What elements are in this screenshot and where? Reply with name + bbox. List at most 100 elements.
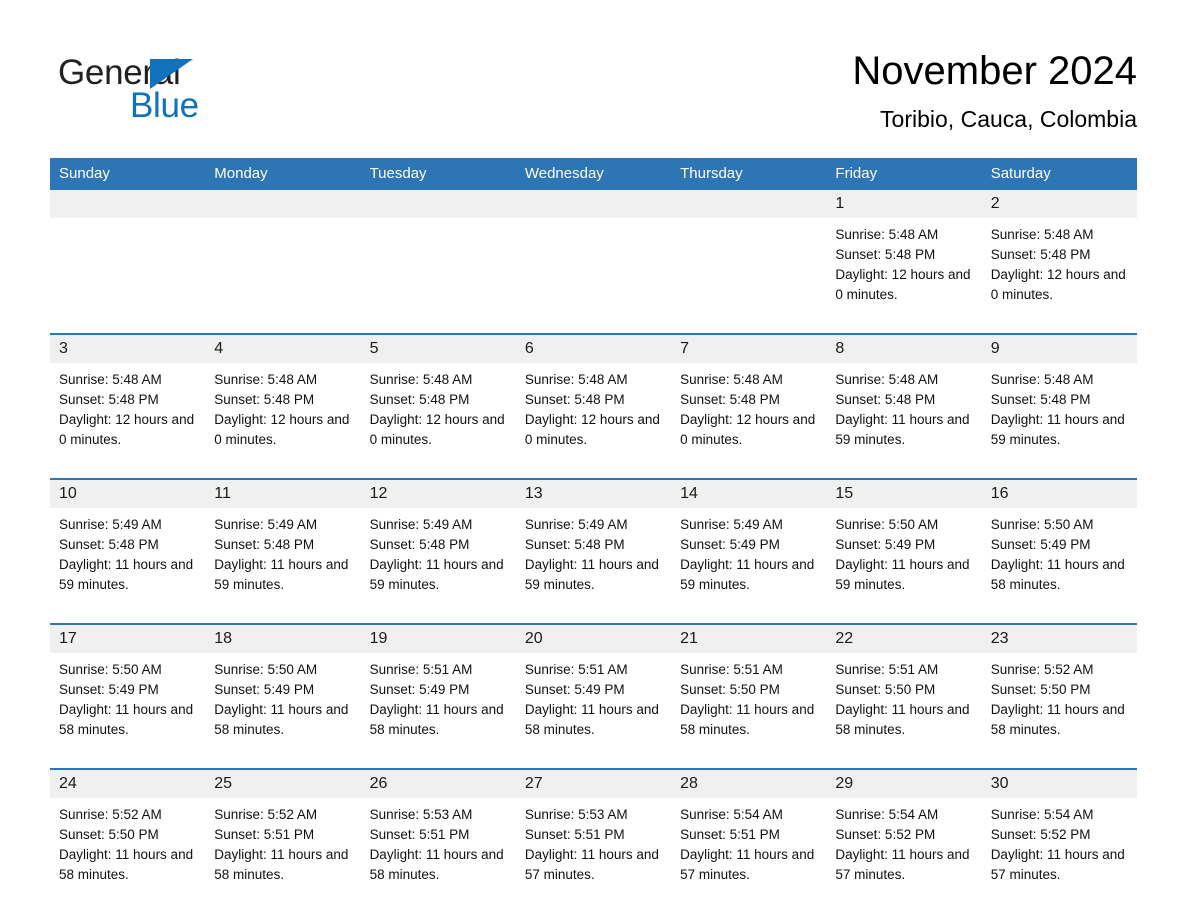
sunset-text: Sunset: 5:48 PM (59, 392, 159, 407)
sunset-text: Sunset: 5:49 PM (524, 682, 625, 697)
sunset-text: Sunset: 5:48 PM (524, 392, 625, 407)
day-number[interactable]: 2 (981, 190, 1137, 218)
daylight-text: Daylight: 11 hours and 58 minutes. (369, 847, 504, 882)
empty-day-number (50, 190, 206, 218)
weekday-header-saturday: Saturday (981, 158, 1137, 190)
day-cell[interactable]: Sunrise: 5:49 AM Sunset: 5:48 PM Daylight:… (205, 508, 361, 624)
sunset-text: Sunset: 5:50 PM (680, 682, 780, 697)
daylight-text: Daylight: 11 hours and 58 minutes. (59, 702, 194, 737)
sunrise-text: Sunrise: 5:48 AM (990, 372, 1094, 387)
day-number[interactable]: 21 (671, 623, 827, 653)
day-cell[interactable]: Sunrise: 5:48 AM Sunset: 5:48 PM Daylight:… (981, 218, 1137, 334)
sunset-text: Sunset: 5:48 PM (835, 247, 936, 262)
day-cell[interactable]: Sunrise: 5:54 AM Sunset: 5:52 PM Daylight:… (981, 798, 1137, 913)
day-number[interactable]: 8 (826, 333, 982, 363)
day-cell[interactable]: Sunrise: 5:48 AM Sunset: 5:48 PM Daylight:… (826, 218, 982, 334)
day-number[interactable]: 7 (671, 333, 827, 363)
day-number[interactable]: 4 (205, 333, 361, 363)
day-cell[interactable]: Sunrise: 5:50 AM Sunset: 5:49 PM Daylight:… (50, 653, 206, 769)
day-cell[interactable]: Sunrise: 5:49 AM Sunset: 5:48 PM Daylight:… (50, 508, 206, 624)
sunrise-text: Sunrise: 5:50 AM (59, 662, 162, 677)
daylight-text: Daylight: 12 hours and 0 minutes. (835, 267, 971, 302)
daylight-text: Daylight: 11 hours and 57 minutes. (990, 847, 1125, 882)
day-number[interactable]: 6 (515, 333, 672, 363)
day-number[interactable]: 3 (50, 333, 206, 363)
day-cell[interactable]: Sunrise: 5:52 AM Sunset: 5:50 PM Daylight:… (50, 798, 206, 913)
day-cell[interactable]: Sunrise: 5:51 AM Sunset: 5:50 PM Daylight:… (826, 653, 982, 769)
title-block: November 2024 Toribio, Cauca, Colombia (852, 46, 1137, 133)
day-number[interactable]: 22 (826, 623, 982, 653)
day-cell[interactable]: Sunrise: 5:50 AM Sunset: 5:49 PM Daylight:… (981, 508, 1137, 624)
day-number[interactable]: 19 (360, 623, 516, 653)
day-cell[interactable]: Sunrise: 5:48 AM Sunset: 5:48 PM Daylight:… (515, 363, 672, 479)
sunset-text: Sunset: 5:48 PM (990, 392, 1091, 407)
sunrise-text: Sunrise: 5:53 AM (524, 807, 628, 822)
location-subtitle: Toribio, Cauca, Colombia (880, 106, 1137, 132)
day-number[interactable]: 13 (515, 478, 672, 508)
day-cell[interactable]: Sunrise: 5:48 AM Sunset: 5:48 PM Daylight:… (671, 363, 827, 479)
day-number[interactable]: 1 (826, 190, 982, 218)
day-number[interactable]: 27 (515, 768, 672, 798)
day-cell[interactable]: Sunrise: 5:51 AM Sunset: 5:49 PM Daylight:… (360, 653, 516, 769)
sunset-text: Sunset: 5:52 PM (990, 827, 1091, 842)
day-number[interactable]: 17 (50, 623, 206, 653)
daylight-text: Daylight: 11 hours and 58 minutes. (680, 702, 815, 737)
day-number[interactable]: 25 (205, 768, 361, 798)
sunrise-text: Sunrise: 5:52 AM (990, 662, 1094, 677)
sunset-text: Sunset: 5:48 PM (990, 247, 1091, 262)
day-cell[interactable]: Sunrise: 5:52 AM Sunset: 5:51 PM Daylight:… (205, 798, 361, 913)
weekday-header-sunday: Sunday (50, 158, 206, 190)
day-cell[interactable]: Sunrise: 5:51 AM Sunset: 5:49 PM Daylight:… (515, 653, 672, 769)
day-cell[interactable]: Sunrise: 5:48 AM Sunset: 5:48 PM Daylight:… (360, 363, 516, 479)
day-number[interactable]: 23 (981, 623, 1137, 653)
day-cell[interactable]: Sunrise: 5:48 AM Sunset: 5:48 PM Daylight:… (826, 363, 982, 479)
day-cell[interactable]: Sunrise: 5:54 AM Sunset: 5:52 PM Daylight:… (826, 798, 982, 913)
day-number[interactable]: 30 (981, 768, 1137, 798)
sunset-text: Sunset: 5:50 PM (59, 827, 159, 842)
day-cell[interactable]: Sunrise: 5:50 AM Sunset: 5:49 PM Daylight:… (205, 653, 361, 769)
day-number[interactable]: 18 (205, 623, 361, 653)
day-number[interactable]: 15 (826, 478, 982, 508)
day-cell[interactable]: Sunrise: 5:54 AM Sunset: 5:51 PM Daylight:… (671, 798, 827, 913)
day-cell[interactable]: Sunrise: 5:50 AM Sunset: 5:49 PM Daylight:… (826, 508, 982, 624)
daylight-text: Daylight: 12 hours and 0 minutes. (369, 412, 505, 447)
general-blue-logo[interactable]: General Blue (58, 52, 318, 128)
day-number[interactable]: 28 (671, 768, 827, 798)
daylight-text: Daylight: 11 hours and 59 minutes. (680, 557, 815, 592)
day-number[interactable]: 14 (671, 478, 827, 508)
sunset-text: Sunset: 5:51 PM (680, 827, 780, 842)
day-number[interactable]: 16 (981, 478, 1137, 508)
sunrise-text: Sunrise: 5:53 AM (369, 807, 473, 822)
week-daynumber-row: 17 18 19 20 21 22 23 (50, 623, 1137, 653)
day-cell[interactable]: Sunrise: 5:49 AM Sunset: 5:49 PM Daylight:… (671, 508, 827, 624)
day-cell[interactable]: Sunrise: 5:49 AM Sunset: 5:48 PM Daylight:… (515, 508, 672, 624)
day-number[interactable]: 11 (205, 478, 361, 508)
sunrise-text: Sunrise: 5:50 AM (214, 662, 318, 677)
sunset-text: Sunset: 5:48 PM (524, 537, 625, 552)
day-number[interactable]: 26 (360, 768, 516, 798)
day-cell[interactable]: Sunrise: 5:49 AM Sunset: 5:48 PM Daylight:… (360, 508, 516, 624)
empty-day-number (671, 190, 827, 218)
day-cell[interactable]: Sunrise: 5:51 AM Sunset: 5:50 PM Daylight:… (671, 653, 827, 769)
day-number[interactable]: 24 (50, 768, 206, 798)
empty-day-number (205, 190, 361, 218)
day-number[interactable]: 5 (360, 333, 516, 363)
day-cell[interactable]: Sunrise: 5:52 AM Sunset: 5:50 PM Daylight:… (981, 653, 1137, 769)
daylight-text: Daylight: 12 hours and 0 minutes. (524, 412, 660, 447)
day-cell[interactable]: Sunrise: 5:48 AM Sunset: 5:48 PM Daylight:… (50, 363, 206, 479)
day-number[interactable]: 29 (826, 768, 982, 798)
day-number[interactable]: 10 (50, 478, 206, 508)
day-cell[interactable]: Sunrise: 5:53 AM Sunset: 5:51 PM Daylight:… (515, 798, 672, 913)
weekday-header-friday: Friday (826, 158, 982, 190)
daylight-text: Daylight: 11 hours and 58 minutes. (369, 702, 504, 737)
day-number[interactable]: 12 (360, 478, 516, 508)
day-number[interactable]: 20 (515, 623, 672, 653)
day-cell[interactable]: Sunrise: 5:48 AM Sunset: 5:48 PM Daylight:… (981, 363, 1137, 479)
sunset-text: Sunset: 5:49 PM (369, 682, 470, 697)
sunset-text: Sunset: 5:49 PM (59, 682, 159, 697)
day-cell[interactable]: Sunrise: 5:48 AM Sunset: 5:48 PM Daylight:… (205, 363, 361, 479)
weekday-header-tuesday: Tuesday (360, 158, 516, 190)
day-cell[interactable]: Sunrise: 5:53 AM Sunset: 5:51 PM Daylight:… (360, 798, 516, 913)
day-number[interactable]: 9 (981, 333, 1137, 363)
calendar-body: 1 2 Sunrise: 5:48 AM Sunset: 5:48 PM Dayligh… (50, 190, 1137, 913)
